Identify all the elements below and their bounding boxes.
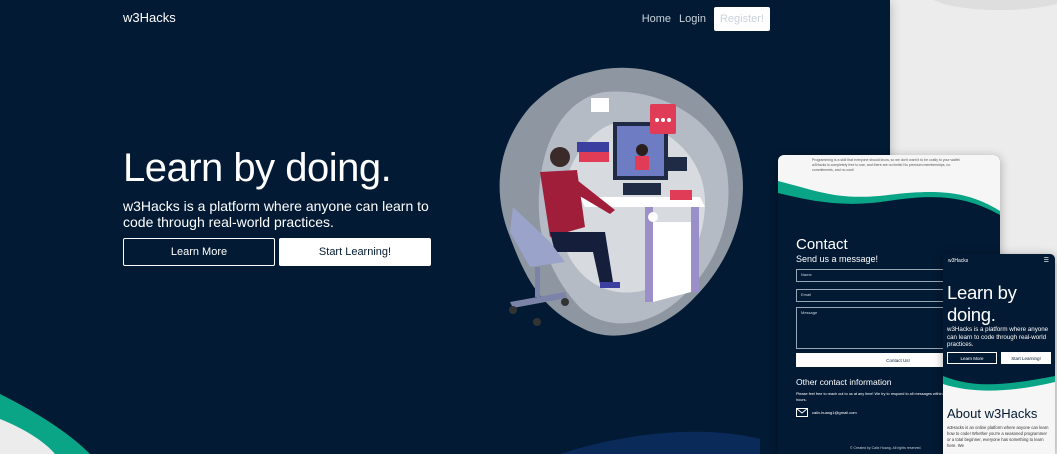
phone-learn-more-button[interactable]: Learn More [947,352,997,364]
other-contact-title: Other contact information [796,377,892,387]
learn-more-button[interactable]: Learn More [123,238,275,266]
send-message-heading: Send us a message! [796,254,879,264]
nav-home-link[interactable]: Home [642,13,671,25]
hero-illustration [499,67,743,336]
phone-mockup: w3Hacks ☰ Learn by doing. w3Hacks is a p… [943,254,1055,454]
email-contact-row[interactable]: calix.huang1@gmail.com [796,408,857,417]
envelope-icon [796,408,808,417]
background-shadow [930,0,1057,10]
about-text: w3Hacks is an online platform where anyo… [947,425,1049,448]
nav-login-link[interactable]: Login [679,13,706,25]
brand-logo[interactable]: w3Hacks [123,10,176,25]
tablet-footer: © Created by Calix Huang. All rights res… [850,446,922,450]
phone-start-learning-button[interactable]: Start Learning! [1001,352,1051,364]
top-nav: Home Login Register! [642,7,770,31]
start-learning-button[interactable]: Start Learning! [279,238,431,266]
contact-email[interactable]: calix.huang1@gmail.com [812,410,857,415]
other-contact-text: Please feel free to reach out to us at a… [796,392,954,402]
contact-title: Contact [796,236,848,253]
phone-hero-subheading: w3Hacks is a platform where anyone can l… [947,326,1049,348]
about-title: About w3Hacks [947,406,1038,421]
hamburger-menu-icon[interactable]: ☰ [1044,257,1049,264]
tablet-intro-text: Programming is a skill that everyone sho… [812,158,961,172]
tablet-wave [778,181,1000,221]
phone-hero-heading: Learn by doing. [947,282,1017,325]
desktop-mockup: w3Hacks Home Login Register! Learn by do… [0,0,890,454]
phone-brand[interactable]: w3Hacks [948,258,968,264]
hero-heading: Learn by doing. [123,146,392,190]
showcase-stage: w3Hacks Home Login Register! Learn by do… [0,0,1057,454]
hero-subheading: w3Hacks is a platform where anyone can l… [123,198,429,230]
hero-bottom-wave [0,394,760,454]
register-button[interactable]: Register! [713,7,770,31]
